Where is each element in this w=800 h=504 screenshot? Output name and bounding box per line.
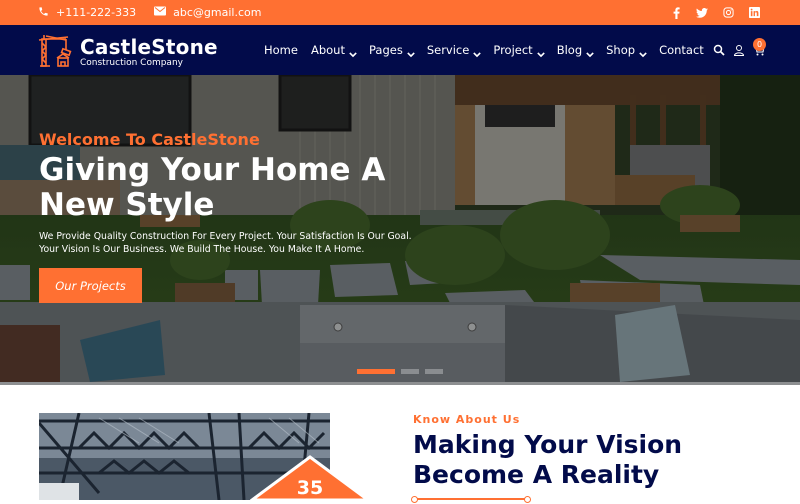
nav-service[interactable]: Service xyxy=(426,43,482,57)
social-links xyxy=(670,0,760,25)
chevron-down-icon xyxy=(536,47,545,57)
hero-bottom-edge xyxy=(0,382,800,385)
chevron-down-icon xyxy=(473,47,482,57)
hero-welcome: Welcome To CastleStone xyxy=(39,130,260,149)
main-navbar: CastleStone Construction Company Home Ab… xyxy=(0,25,800,75)
years-experience-badge: 35 xyxy=(247,455,373,502)
brand-text: CastleStone Construction Company xyxy=(80,36,218,68)
contact-info: +111-222-333 abc@gmail.com xyxy=(38,0,261,25)
nav-label: Blog xyxy=(556,43,583,57)
instagram-icon[interactable] xyxy=(722,7,734,19)
user-icon[interactable] xyxy=(733,44,745,56)
email-contact[interactable]: abc@gmail.com xyxy=(154,6,261,19)
phone-contact[interactable]: +111-222-333 xyxy=(38,6,136,20)
about-kicker: Know About Us xyxy=(413,413,521,426)
chevron-down-icon xyxy=(349,47,357,57)
nav-label: Service xyxy=(426,43,470,57)
nav-label: Home xyxy=(264,43,298,57)
slider-pagination xyxy=(357,369,443,374)
hero-slider: Welcome To CastleStone Giving Your Home … xyxy=(0,75,800,382)
years-number: 35 xyxy=(296,477,324,499)
nav-label: Contact xyxy=(659,43,704,57)
our-projects-button[interactable]: Our Projects xyxy=(39,268,142,303)
phone-icon xyxy=(38,6,49,20)
hero-headline: Giving Your Home A New Style xyxy=(39,152,386,223)
nav-project[interactable]: Project xyxy=(493,43,545,57)
slide-dot-1[interactable] xyxy=(357,369,395,374)
slide-dot-2[interactable] xyxy=(401,369,419,374)
chevron-down-icon xyxy=(586,47,594,57)
nav-label: Project xyxy=(493,43,533,57)
cart-count-badge: 0 xyxy=(753,38,766,51)
email-address: abc@gmail.com xyxy=(173,6,262,19)
nav-shop[interactable]: Shop xyxy=(606,43,647,57)
nav-about[interactable]: About xyxy=(310,43,357,57)
slide-dot-3[interactable] xyxy=(425,369,443,374)
linkedin-icon[interactable] xyxy=(748,7,760,19)
crane-logo-icon xyxy=(38,32,74,72)
brand-name: CastleStone xyxy=(80,35,218,59)
about-title: Making Your Vision Become A Reality xyxy=(413,430,683,489)
nav-label: Shop xyxy=(606,43,636,57)
about-intro: Know About Us Making Your Vision Become … xyxy=(411,413,753,503)
mail-icon xyxy=(154,6,167,19)
top-bar: +111-222-333 abc@gmail.com xyxy=(0,0,800,25)
twitter-icon[interactable] xyxy=(696,7,708,19)
facebook-icon[interactable] xyxy=(670,6,682,19)
nav-home[interactable]: Home xyxy=(264,43,298,57)
logo[interactable]: CastleStone Construction Company xyxy=(38,32,218,72)
nav-contact[interactable]: Contact xyxy=(659,43,704,57)
search-icon[interactable] xyxy=(713,44,725,56)
brand-tagline: Construction Company xyxy=(80,58,183,68)
nav-label: Pages xyxy=(368,43,403,57)
hero-overlay xyxy=(0,75,800,382)
main-menu: Home About Pages Service Project Blog Sh… xyxy=(264,25,704,75)
nav-pages[interactable]: Pages xyxy=(368,43,415,57)
chevron-down-icon xyxy=(639,47,647,57)
chevron-down-icon xyxy=(407,47,415,57)
nav-blog[interactable]: Blog xyxy=(556,43,594,57)
hero-subtext: We Provide Quality Construction For Ever… xyxy=(39,231,412,255)
phone-number: +111-222-333 xyxy=(56,6,137,19)
nav-label: About xyxy=(310,43,345,57)
